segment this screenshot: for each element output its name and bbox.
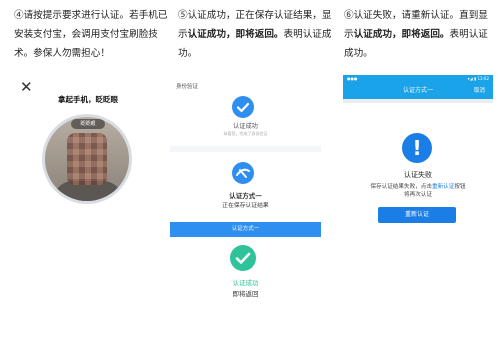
success-card: 身份验证 认证成功 恭喜您，完成了身份验证 (170, 78, 321, 146)
face-instruction: 拿起手机，眨眨眼 (58, 95, 118, 104)
nav-title: 认证方式一 (402, 87, 433, 94)
failure-title: 认证失败 (404, 171, 432, 179)
caption-step-5: ⑤认证成功，正在保存认证结果，显示认证成功，即将返回。表明认证成功。 (178, 6, 336, 63)
pixelated-face (67, 133, 107, 185)
signal-icon: ●●● (347, 76, 358, 81)
method-button[interactable]: 认证方式一 (170, 222, 321, 237)
retry-link[interactable]: 重新认证 (432, 184, 454, 190)
failure-message: 保存认证结果失败，点击重新认证按钮 将再次认证 (343, 183, 493, 199)
check-icon (230, 245, 256, 271)
caption-step-5-bold: 认证成功，即将返回。 (187, 29, 284, 40)
caption-step-6: ⑥认证失败，请重新认证。直到显示认证成功，即将返回。表明认证成功。 (344, 6, 494, 63)
check-icon (232, 96, 254, 118)
face-scan-screen: ✕ 拿起手机，眨眨眼 眨眨眼 (14, 78, 162, 308)
face-camera-preview: 眨眨眼 (42, 114, 132, 204)
failure-message-tail: 按钮 (454, 184, 466, 190)
returning-label: 即将返回 (232, 290, 259, 298)
failure-card: ! 认证失败 保存认证结果失败，点击重新认证按钮 将再次认证 重新认证 (343, 103, 493, 310)
failure-message-text: 保存认证结果失败，点击 (370, 184, 432, 190)
link-icon (232, 162, 254, 184)
success-label-green: 认证成功 (232, 279, 259, 287)
success-label: 认证成功 (233, 123, 258, 130)
saving-card: 认证方式一 正在保存认证结果 (170, 152, 321, 226)
blink-tag: 眨眨眼 (71, 119, 105, 129)
caption-step-6-bold: 认证成功，即将返回。 (353, 29, 450, 40)
status-bar: ●●● ▾◢ ▮ 13:02 (343, 75, 493, 83)
method-label: 认证方式一 (229, 192, 262, 200)
success-saving-screen: 身份验证 认证成功 恭喜您，完成了身份验证 认证方式一 正在保存认证结果 认证方… (170, 78, 321, 310)
status-time: ▾◢ ▮ 13:02 (467, 76, 489, 81)
retry-button[interactable]: 重新认证 (378, 207, 456, 223)
saving-label: 正在保存认证结果 (222, 203, 269, 209)
nav-header: 认证方式一 取消 (343, 83, 493, 99)
alert-icon: ! (402, 133, 432, 163)
failure-screen: ●●● ▾◢ ▮ 13:02 认证方式一 取消 ! 认证失败 保存认证结果失败，… (343, 75, 493, 310)
success-hint: 恭喜您，完成了身份验证 (223, 131, 268, 136)
failure-message-line2: 将再次认证 (404, 192, 432, 198)
caption-step-4: ④请按提示要求进行认证。若手机已安装支付宝，会调用支付宝刷脸技术。参保人勿需担心… (14, 10, 168, 59)
cancel-button[interactable]: 取消 (474, 83, 485, 99)
page-title: 身份验证 (176, 84, 199, 90)
returning-card: 认证成功 即将返回 (170, 237, 321, 310)
